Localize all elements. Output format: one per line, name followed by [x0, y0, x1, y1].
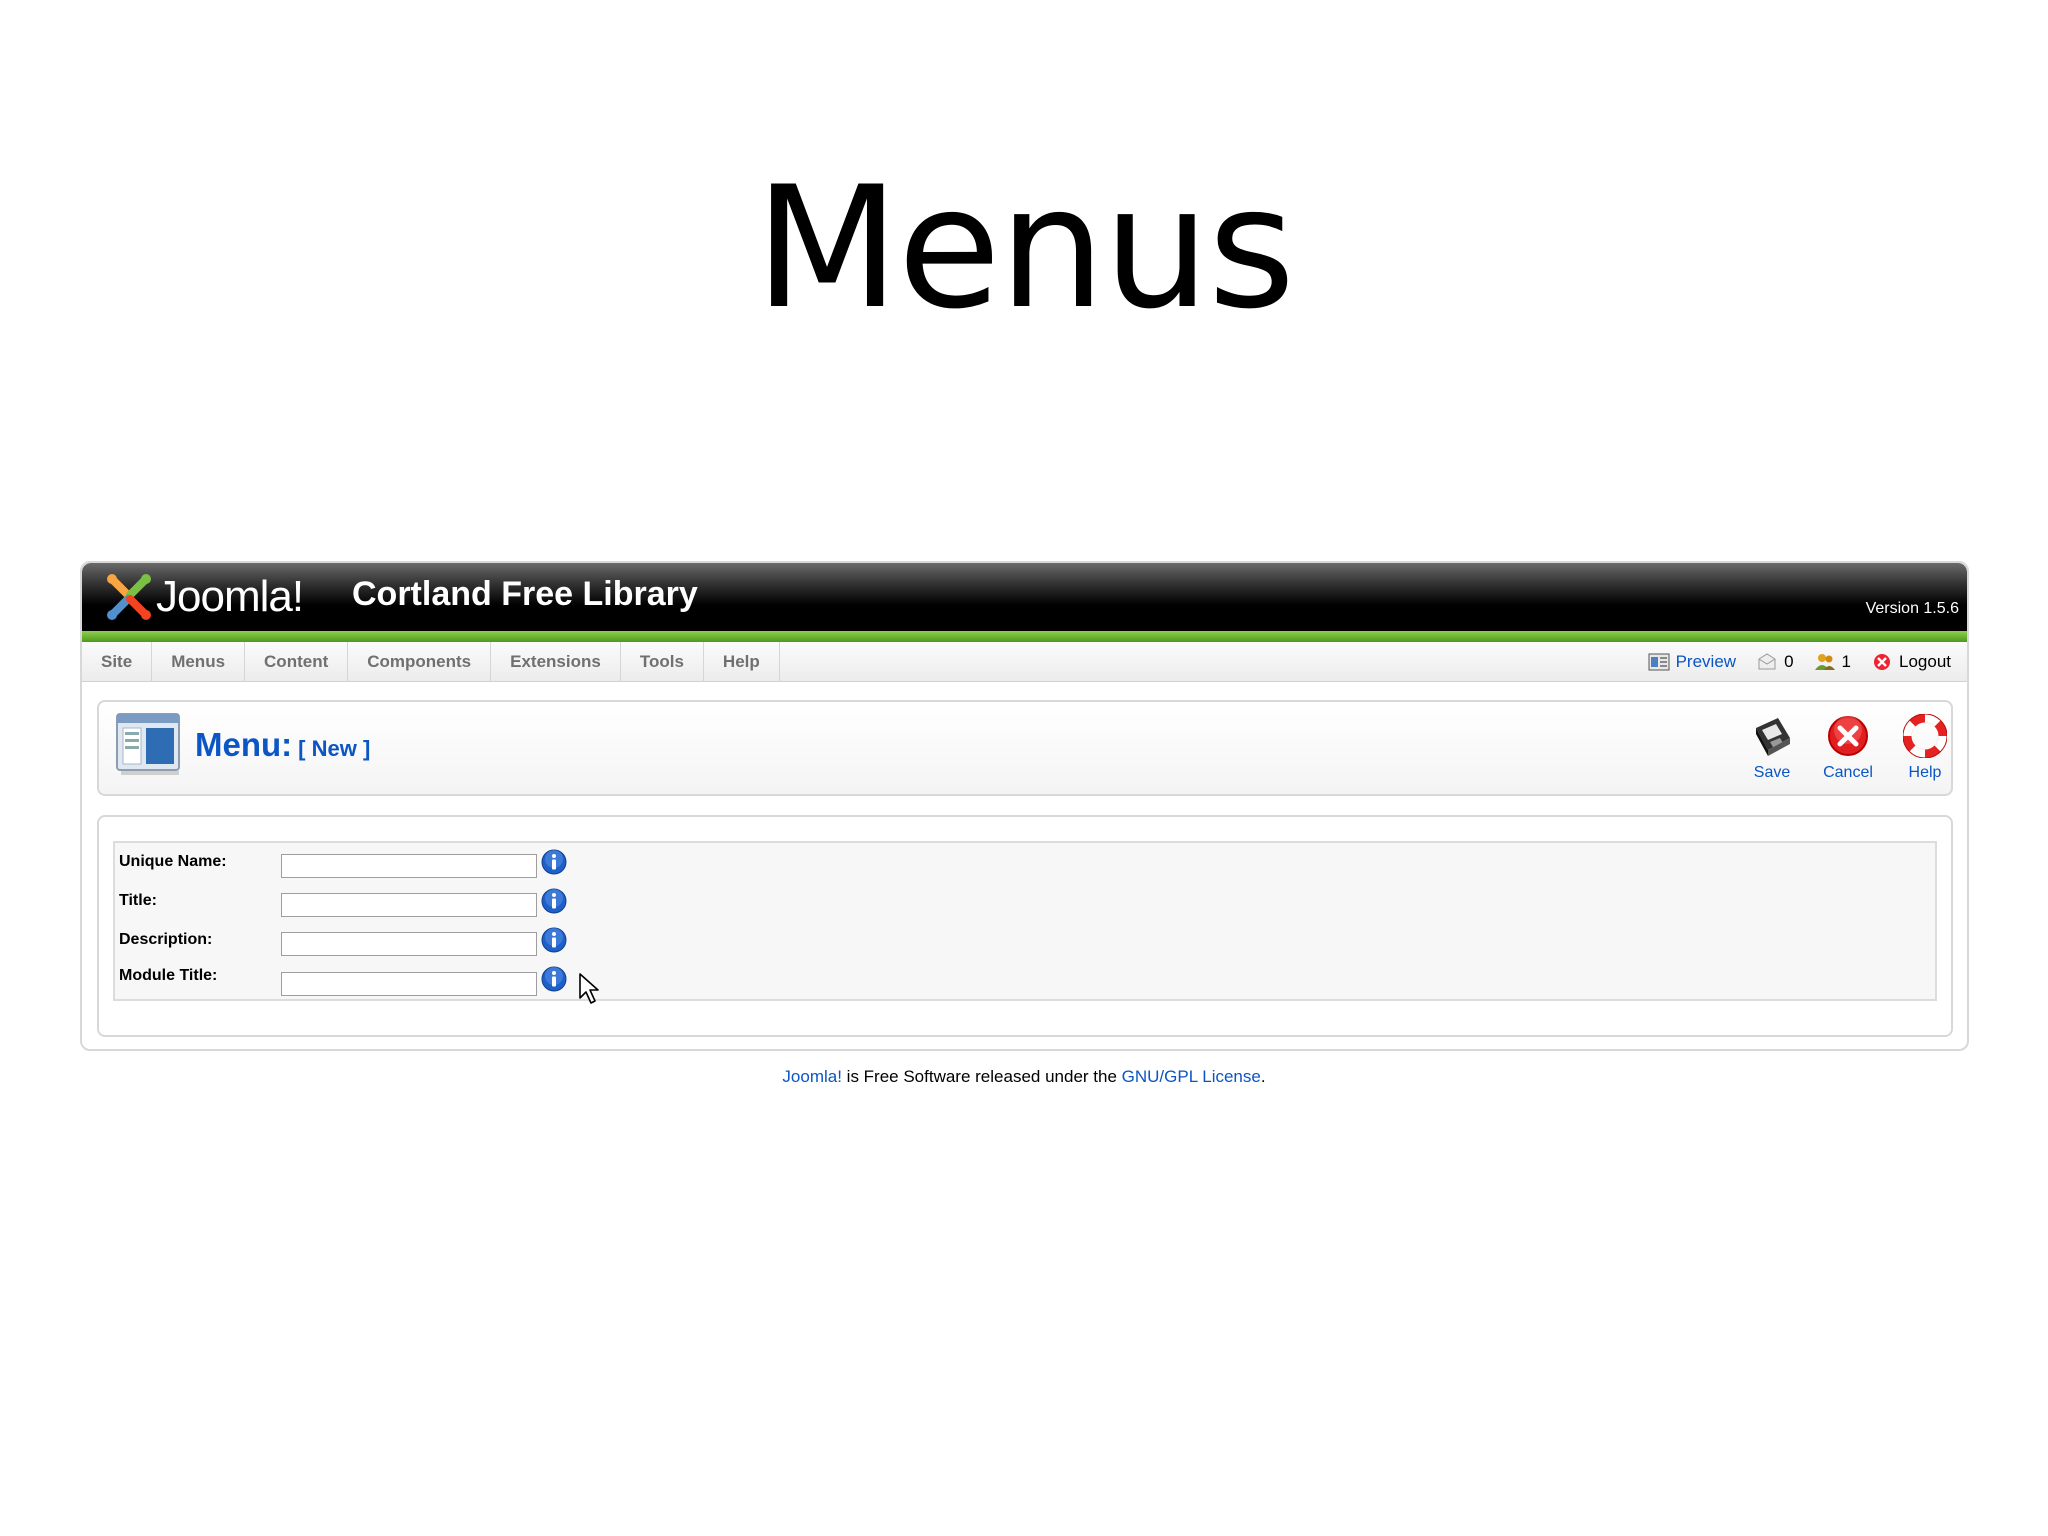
description-label: Description: — [119, 931, 213, 948]
info-icon[interactable] — [541, 888, 567, 914]
save-button[interactable]: Save — [1737, 714, 1807, 782]
site-name: Cortland Free Library — [352, 575, 698, 613]
description-input[interactable] — [281, 932, 537, 956]
page-title-text: Menu: — [195, 726, 293, 763]
menu-tools[interactable]: Tools — [621, 641, 704, 682]
preview-icon — [1648, 653, 1670, 671]
info-icon[interactable] — [541, 927, 567, 953]
footer-end: . — [1260, 1067, 1266, 1086]
cancel-button[interactable]: Cancel — [1813, 714, 1883, 782]
menu-manager-icon — [116, 713, 180, 775]
footer: Joomla! is Free Software released under … — [0, 1067, 2048, 1087]
menu-extensions[interactable]: Extensions — [491, 641, 621, 682]
logout-label: Logout — [1899, 652, 1951, 671]
menu-content[interactable]: Content — [245, 641, 349, 682]
menu-details-fieldset: Unique Name: Title: Description: Module … — [113, 841, 1937, 1001]
logout-link[interactable]: Logout — [1871, 652, 1951, 672]
unique-name-input[interactable] — [281, 854, 537, 878]
help-label: Help — [1908, 764, 1942, 781]
logo-wordmark: Joomla! — [156, 572, 304, 621]
menu-form-panel: Unique Name: Title: Description: Module … — [97, 815, 1953, 1037]
form-row-title: Title: — [115, 888, 715, 920]
messages-status[interactable]: 0 — [1756, 652, 1794, 672]
menu-components[interactable]: Components — [348, 641, 492, 682]
save-label: Save — [1753, 764, 1791, 781]
cancel-icon — [1828, 716, 1868, 756]
footer-text: is Free Software released under the — [841, 1067, 1122, 1086]
admin-menubar: Site Menus Content Components Extensions… — [82, 641, 1967, 682]
help-lifebuoy-icon — [1903, 714, 1947, 758]
users-count: 1 — [1841, 652, 1851, 671]
title-input[interactable] — [281, 893, 537, 917]
save-icon — [1756, 718, 1790, 756]
slide-title: Menus — [754, 150, 1296, 346]
form-row-module-title: Module Title: — [115, 963, 715, 996]
info-icon[interactable] — [541, 966, 567, 992]
info-icon[interactable] — [541, 849, 567, 875]
cancel-label: Cancel — [1823, 764, 1873, 781]
help-button[interactable]: Help — [1890, 714, 1960, 782]
joomla-logo: Joomla! — [106, 569, 304, 625]
joomla-logo-icon — [107, 574, 151, 620]
preview-link[interactable]: Preview — [1648, 652, 1736, 672]
toolbar-panel: Menu:[ New ] Save Cancel Help — [97, 700, 1953, 796]
menu-help[interactable]: Help — [704, 641, 780, 682]
mouse-pointer-icon — [579, 973, 599, 1004]
menu-menus[interactable]: Menus — [152, 641, 246, 682]
page-title: Menu:[ New ] — [195, 726, 370, 764]
messages-count: 0 — [1784, 652, 1794, 671]
gpl-license-link[interactable]: GNU/GPL License — [1122, 1067, 1261, 1086]
page-subtitle: [ New ] — [298, 736, 371, 761]
admin-header: Joomla! Cortland Free Library Version 1.… — [82, 563, 1967, 631]
module-title-input[interactable] — [281, 972, 537, 996]
title-label: Title: — [119, 892, 157, 909]
users-icon — [1814, 654, 1835, 670]
preview-label: Preview — [1675, 652, 1737, 671]
logout-icon — [1874, 654, 1890, 670]
users-status[interactable]: 1 — [1814, 652, 1851, 672]
joomla-link[interactable]: Joomla! — [782, 1067, 842, 1086]
version-label: Version 1.5.6 — [1865, 600, 1959, 617]
module-title-label: Module Title: — [119, 967, 218, 984]
menu-site[interactable]: Site — [82, 641, 153, 682]
status-area: Preview 0 1 Logout — [1648, 642, 1951, 682]
messages-icon — [1758, 653, 1776, 670]
form-row-description: Description: — [115, 927, 715, 959]
form-row-unique-name: Unique Name: — [115, 849, 715, 881]
header-accent-bar — [82, 631, 1967, 642]
unique-name-label: Unique Name: — [119, 853, 227, 870]
joomla-admin-window: Joomla! Cortland Free Library Version 1.… — [80, 561, 1969, 1051]
